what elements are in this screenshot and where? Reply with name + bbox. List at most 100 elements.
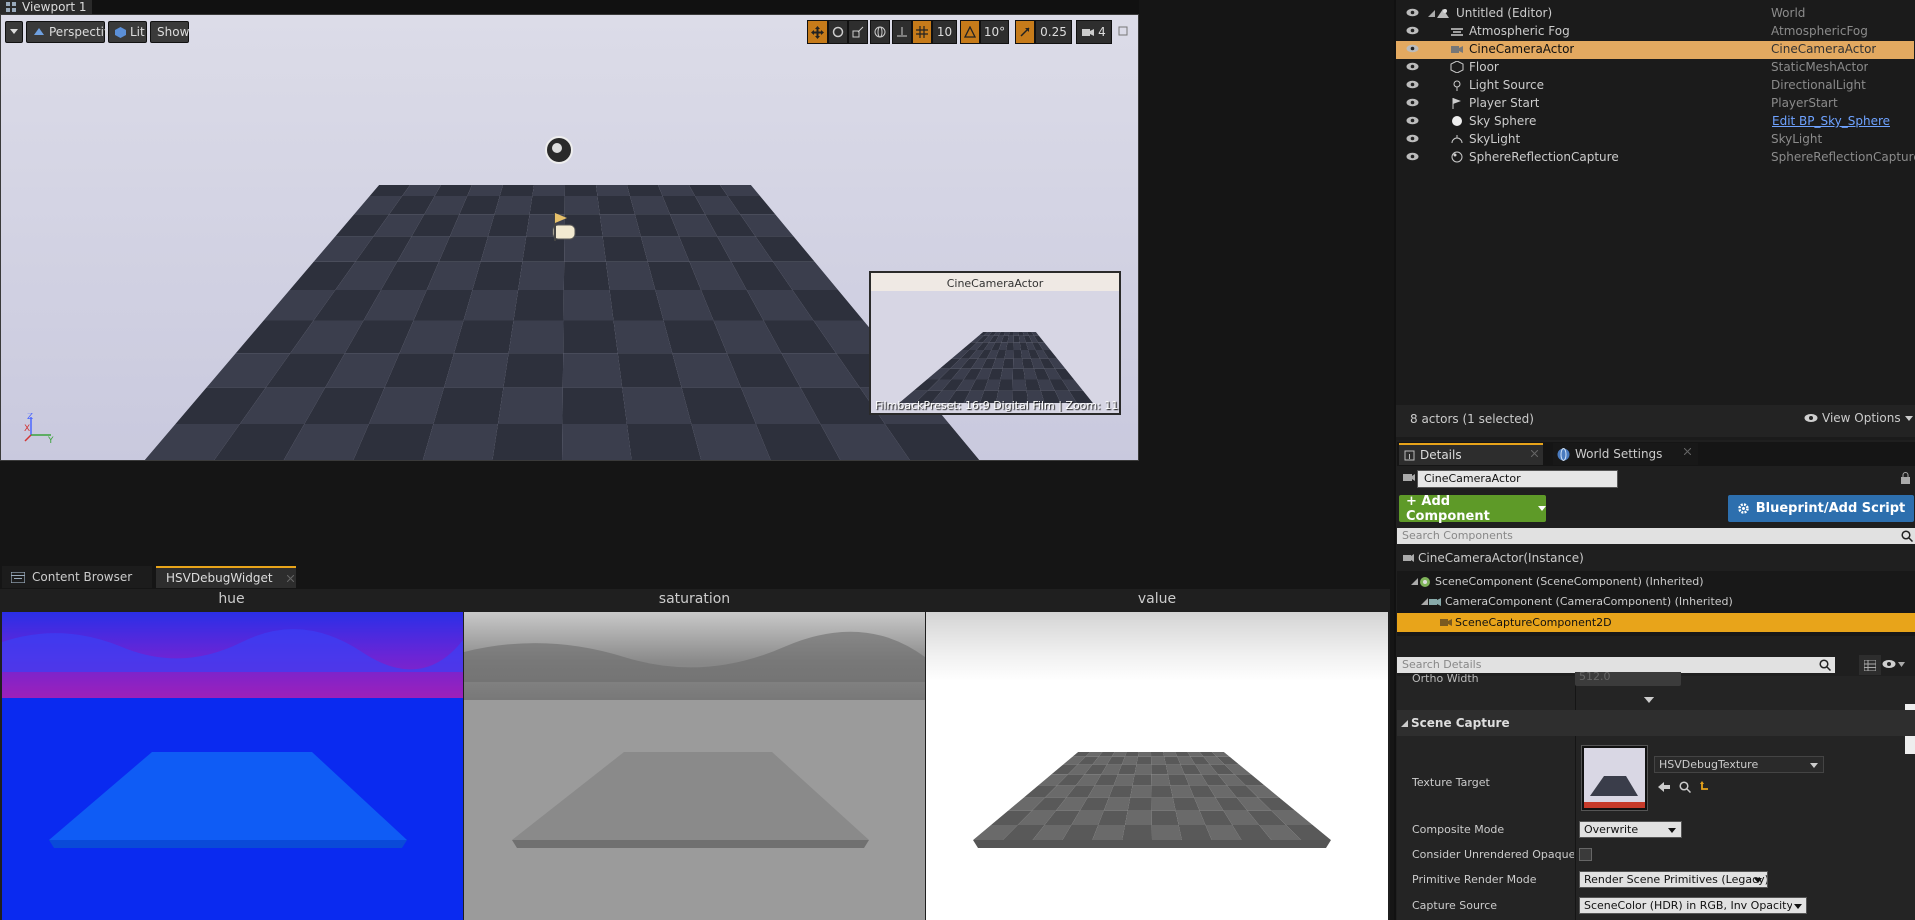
outliner-item-name: Sky Sphere [1469, 114, 1537, 128]
camera-speed-icon [1082, 27, 1095, 37]
expand-arrow-icon[interactable] [1428, 10, 1435, 17]
primitive-render-dropdown[interactable]: Render Scene Primitives (Legacy) [1579, 871, 1768, 888]
outliner-item-type: SkyLight [1771, 132, 1823, 146]
world-settings-tab[interactable]: World Settings [1553, 443, 1698, 465]
lock-icon[interactable] [1900, 472, 1911, 484]
scene-capture-section-header[interactable]: Scene Capture [1397, 710, 1915, 736]
composite-mode-value: Overwrite [1584, 823, 1639, 836]
rotate-tool-button[interactable] [828, 20, 848, 44]
visibility-eye-icon[interactable] [1406, 116, 1419, 125]
outliner-row[interactable]: Light Source DirectionalLight [1396, 77, 1914, 95]
rotation-snap-value[interactable]: 10° [980, 20, 1009, 44]
outliner-row[interactable]: CineCameraActor CineCameraActor [1396, 41, 1914, 59]
svg-text:Z: Z [27, 413, 33, 422]
world-space-button[interactable] [870, 20, 890, 44]
expand-arrow-icon[interactable] [1411, 578, 1418, 585]
outliner-item-type[interactable]: Edit BP_Sky_Sphere [1772, 114, 1890, 128]
camera-preview: CineCameraActor FilmbackPreset: 16:9 Dig… [869, 271, 1121, 415]
outliner-row[interactable]: Atmospheric Fog AtmosphericFog [1396, 23, 1914, 41]
visibility-eye-icon[interactable] [1406, 134, 1419, 143]
browse-search-icon[interactable] [1679, 781, 1691, 793]
capture-source-dropdown[interactable]: SceneColor (HDR) in RGB, Inv Opacity in … [1579, 897, 1807, 914]
world-tab-close-icon[interactable] [1684, 448, 1691, 455]
content-browser-icon [11, 571, 25, 583]
scene-capture-icon [1440, 617, 1452, 628]
content-browser-tab[interactable]: Content Browser [2, 566, 152, 588]
visibility-eye-icon[interactable] [1406, 152, 1419, 161]
scale-tool-button[interactable] [848, 20, 868, 44]
outliner-row[interactable]: Floor StaticMeshActor [1396, 59, 1914, 77]
visibility-eye-icon[interactable] [1406, 98, 1419, 107]
sphere-reflection-capture-icon[interactable] [545, 136, 573, 164]
camera-preview-footer: FilmbackPreset: 16:9 Digital Film | Zoom… [875, 399, 1121, 412]
rotation-snap-toggle[interactable] [960, 20, 980, 44]
component-row-camera[interactable]: CameraComponent (CameraComponent) (Inher… [1397, 593, 1915, 611]
search-details-field[interactable]: Search Details [1397, 657, 1835, 673]
hsv-widget-tab[interactable]: HSVDebugWidget [156, 566, 296, 588]
maximize-viewport-icon[interactable] [1118, 26, 1128, 36]
actor-name-field[interactable]: CineCameraActor [1417, 470, 1618, 488]
component-label: CameraComponent (CameraComponent) (Inher… [1445, 595, 1733, 608]
search-components-field[interactable]: Search Components [1397, 528, 1915, 544]
hsv-widget-label: HSVDebugWidget [166, 571, 273, 585]
component-row-scenecapture[interactable]: SceneCaptureComponent2D [1397, 613, 1915, 632]
details-visibility-button[interactable] [1882, 659, 1905, 669]
search-details-icon [1819, 659, 1831, 671]
advanced-expand-arrow[interactable] [1644, 697, 1654, 704]
reset-to-default-icon[interactable] [1700, 781, 1710, 791]
surface-snap-icon [896, 26, 908, 38]
composite-mode-dropdown[interactable]: Overwrite [1579, 821, 1682, 838]
skylight-icon [1450, 133, 1464, 145]
grid-snap-value[interactable]: 10 [932, 20, 957, 44]
outliner-row[interactable]: SphereReflectionCapture SphereReflectionC… [1396, 149, 1915, 167]
player-start-icon[interactable] [549, 211, 579, 245]
light-icon [1450, 79, 1464, 91]
visibility-eye-icon[interactable] [1406, 62, 1419, 71]
unrendered-opaque-checkbox[interactable] [1579, 848, 1592, 861]
blueprint-add-script-button[interactable]: Blueprint/Add Script [1728, 495, 1914, 522]
camera-component-icon [1429, 597, 1441, 607]
viewport-options-dropdown[interactable] [5, 21, 23, 43]
texture-thumbnail[interactable] [1581, 745, 1648, 811]
use-selected-arrow-icon[interactable] [1658, 782, 1670, 792]
details-tab-close-icon[interactable] [1531, 450, 1538, 457]
texture-target-label: Texture Target [1412, 776, 1490, 789]
visibility-eye-icon[interactable] [1406, 26, 1419, 35]
grid-snap-toggle[interactable] [912, 20, 932, 44]
blueprint-label: Blueprint/Add Script [1755, 501, 1906, 516]
visibility-eye-icon[interactable] [1406, 80, 1419, 89]
view-options-label: View Options [1822, 411, 1901, 425]
viewport[interactable]: ZX Y CineCameraActor FilmbackPreset: 16:9… [0, 14, 1139, 461]
translate-tool-button[interactable] [807, 20, 828, 44]
texture-target-row: Texture Target HSVDebugTexture [1397, 740, 1915, 812]
visibility-eye-icon[interactable] [1406, 44, 1419, 53]
outliner-row[interactable]: SkyLight SkyLight [1396, 131, 1914, 149]
view-options-button[interactable]: View Options [1804, 411, 1913, 425]
show-button[interactable]: Show [150, 21, 189, 43]
hsv-tab-close-icon[interactable] [287, 575, 294, 582]
lit-label: Lit [130, 25, 145, 39]
component-row-scene[interactable]: SceneComponent (SceneComponent) (Inherit… [1397, 573, 1915, 591]
outliner-item-name: Floor [1469, 60, 1499, 74]
ortho-width-field[interactable]: 512.0 [1575, 672, 1681, 686]
scale-snap-toggle[interactable] [1015, 20, 1035, 44]
outliner-row[interactable]: Sky Sphere Edit BP_Sky_Sphere [1396, 113, 1914, 131]
surface-snap-button[interactable] [892, 20, 912, 44]
rotate-icon [832, 26, 844, 38]
expand-arrow-icon[interactable] [1421, 598, 1428, 605]
add-component-button[interactable]: + Add Component [1399, 494, 1546, 524]
outliner-row[interactable]: Player Start PlayerStart [1396, 95, 1914, 113]
perspective-button[interactable]: Perspective [26, 21, 119, 43]
camera-speed-label: 4 [1098, 25, 1106, 39]
outliner-row[interactable]: Untitled (Editor) World [1396, 5, 1914, 23]
blueprint-gear-icon [1737, 502, 1750, 515]
details-tab[interactable]: Details [1399, 443, 1543, 465]
lit-button[interactable]: Lit [108, 21, 147, 43]
scale-snap-value[interactable]: 0.25 [1035, 20, 1072, 44]
visibility-eye-icon[interactable] [1406, 8, 1419, 17]
value-image [926, 612, 1388, 920]
instance-row[interactable]: CineCameraActor(Instance) [1397, 548, 1915, 568]
camera-speed-button[interactable]: 4 [1076, 20, 1112, 44]
viewport-tab[interactable]: Viewport 1 [0, 0, 92, 14]
texture-target-dropdown[interactable]: HSVDebugTexture [1654, 756, 1824, 773]
